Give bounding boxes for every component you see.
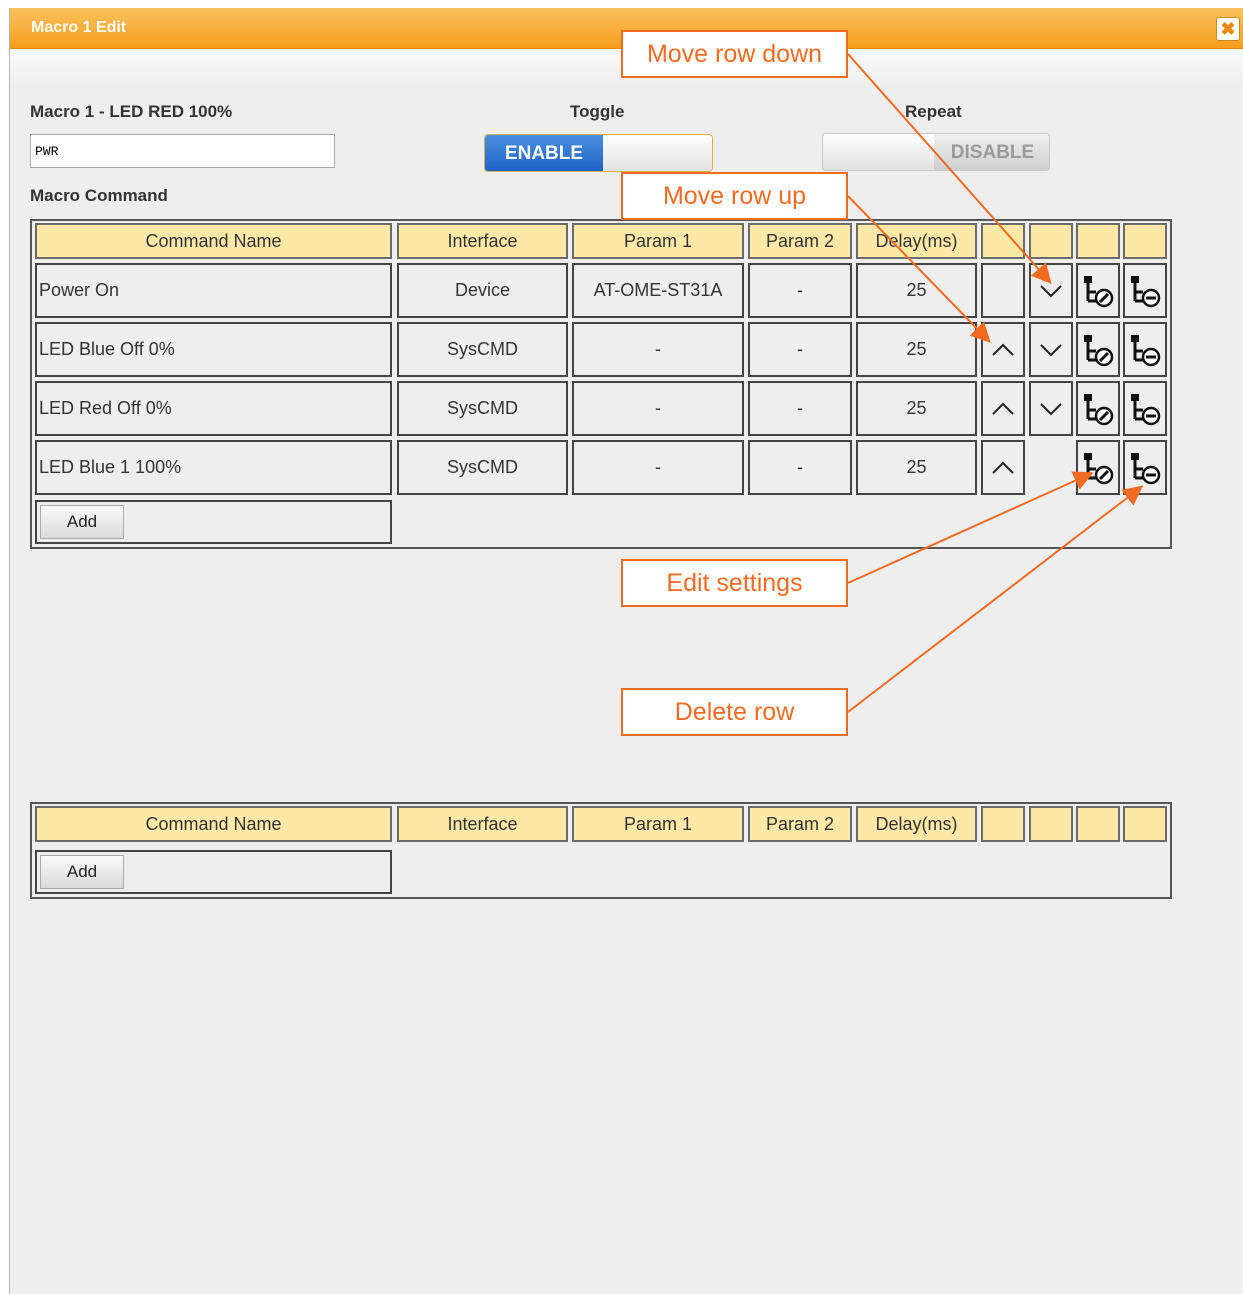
callout-edit-settings: Edit settings (621, 559, 848, 607)
arrow-edit (847, 471, 1094, 584)
arrow-delete (847, 485, 1144, 713)
callout-move-row-down: Move row down (621, 30, 848, 78)
arrow-move-up (847, 195, 991, 343)
arrow-move-down (847, 53, 1052, 284)
callout-move-row-up: Move row up (621, 172, 848, 220)
callout-delete-row: Delete row (621, 688, 848, 736)
